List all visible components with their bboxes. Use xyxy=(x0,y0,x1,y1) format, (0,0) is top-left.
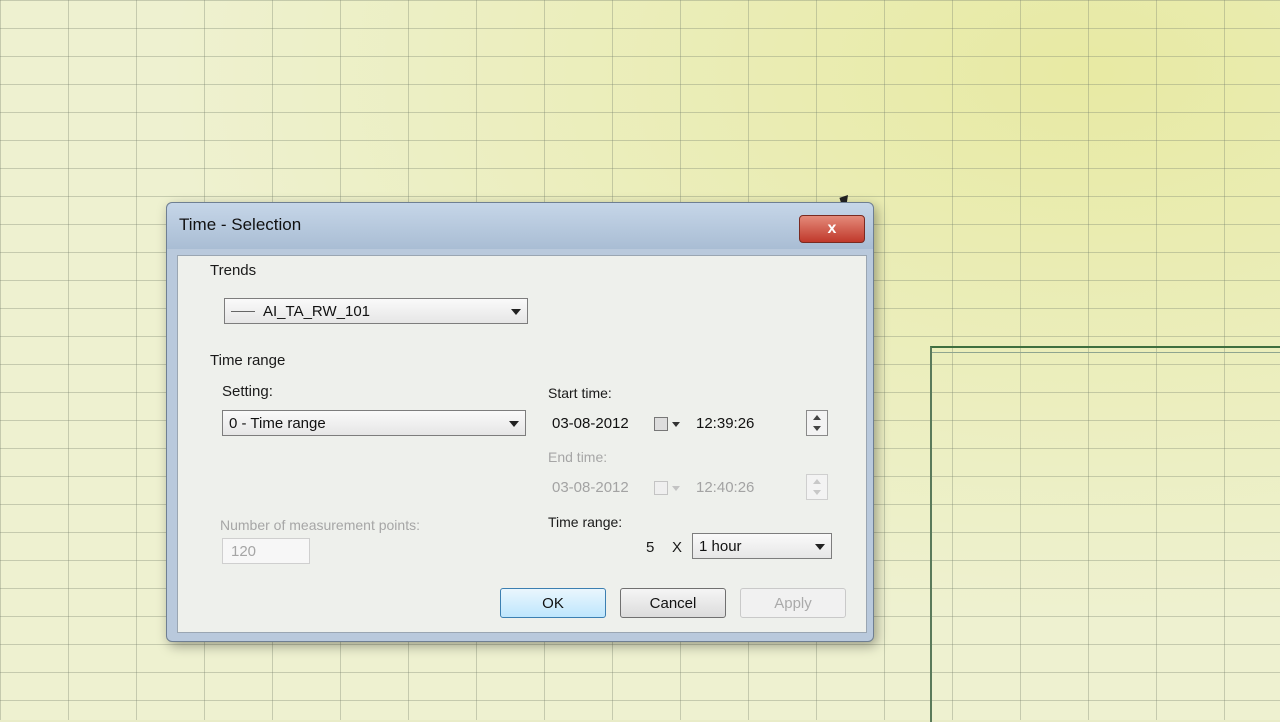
trends-group-label: Trends xyxy=(210,262,257,279)
chevron-down-icon xyxy=(672,486,680,491)
start-date-field[interactable]: 03-08-2012 xyxy=(550,410,652,436)
trend-select-value: AI_TA_RW_101 xyxy=(263,302,370,320)
ok-button[interactable]: OK xyxy=(500,588,606,618)
setting-label: Setting: xyxy=(222,383,273,400)
range-unit-select[interactable]: 1 hour xyxy=(692,533,832,559)
measurement-points-input: 120 xyxy=(222,538,310,564)
arrow-up-icon xyxy=(813,479,821,484)
range-unit-value: 1 hour xyxy=(699,537,742,555)
cancel-button[interactable]: Cancel xyxy=(620,588,726,618)
setting-select[interactable]: 0 - Time range xyxy=(222,410,526,436)
end-time-spinner xyxy=(806,474,828,500)
end-time-label: End time: xyxy=(548,449,608,465)
dialog-client-area: Trends AI_TA_RW_101 Time range Setting: … xyxy=(177,255,867,633)
trend-view-frame xyxy=(930,346,1280,722)
time-range-group-label: Time range xyxy=(210,352,286,369)
start-time-label: Start time: xyxy=(548,385,612,401)
range-multiplier: X xyxy=(672,539,683,556)
trend-select[interactable]: AI_TA_RW_101 xyxy=(224,298,528,324)
chevron-down-icon xyxy=(509,421,519,427)
calendar-icon xyxy=(654,481,668,495)
chevron-down-icon[interactable] xyxy=(672,422,680,427)
chevron-down-icon xyxy=(815,544,825,550)
time-selection-dialog: Time - Selection x Trends AI_TA_RW_101 T… xyxy=(166,202,874,642)
measurement-points-label: Number of measurement points: xyxy=(220,517,420,533)
range-count-value[interactable]: 5 xyxy=(646,539,654,556)
close-button[interactable]: x xyxy=(799,215,865,243)
arrow-up-icon xyxy=(813,415,821,420)
dialog-titlebar[interactable]: Time - Selection x xyxy=(167,203,873,249)
time-range-label: Time range: xyxy=(548,514,623,530)
start-time-field[interactable]: 12:39:26 xyxy=(694,410,796,436)
arrow-down-icon xyxy=(813,426,821,431)
calendar-icon[interactable] xyxy=(654,417,668,431)
start-time-spinner[interactable] xyxy=(806,410,828,436)
end-time-field: 12:40:26 xyxy=(696,478,755,496)
trend-color-swatch xyxy=(231,310,255,312)
chevron-down-icon xyxy=(511,309,521,315)
arrow-down-icon xyxy=(813,490,821,495)
apply-button: Apply xyxy=(740,588,846,618)
dialog-title: Time - Selection xyxy=(179,215,302,234)
setting-select-value: 0 - Time range xyxy=(229,414,326,432)
end-date-field: 03-08-2012 xyxy=(552,478,629,496)
close-icon: x xyxy=(827,220,837,237)
